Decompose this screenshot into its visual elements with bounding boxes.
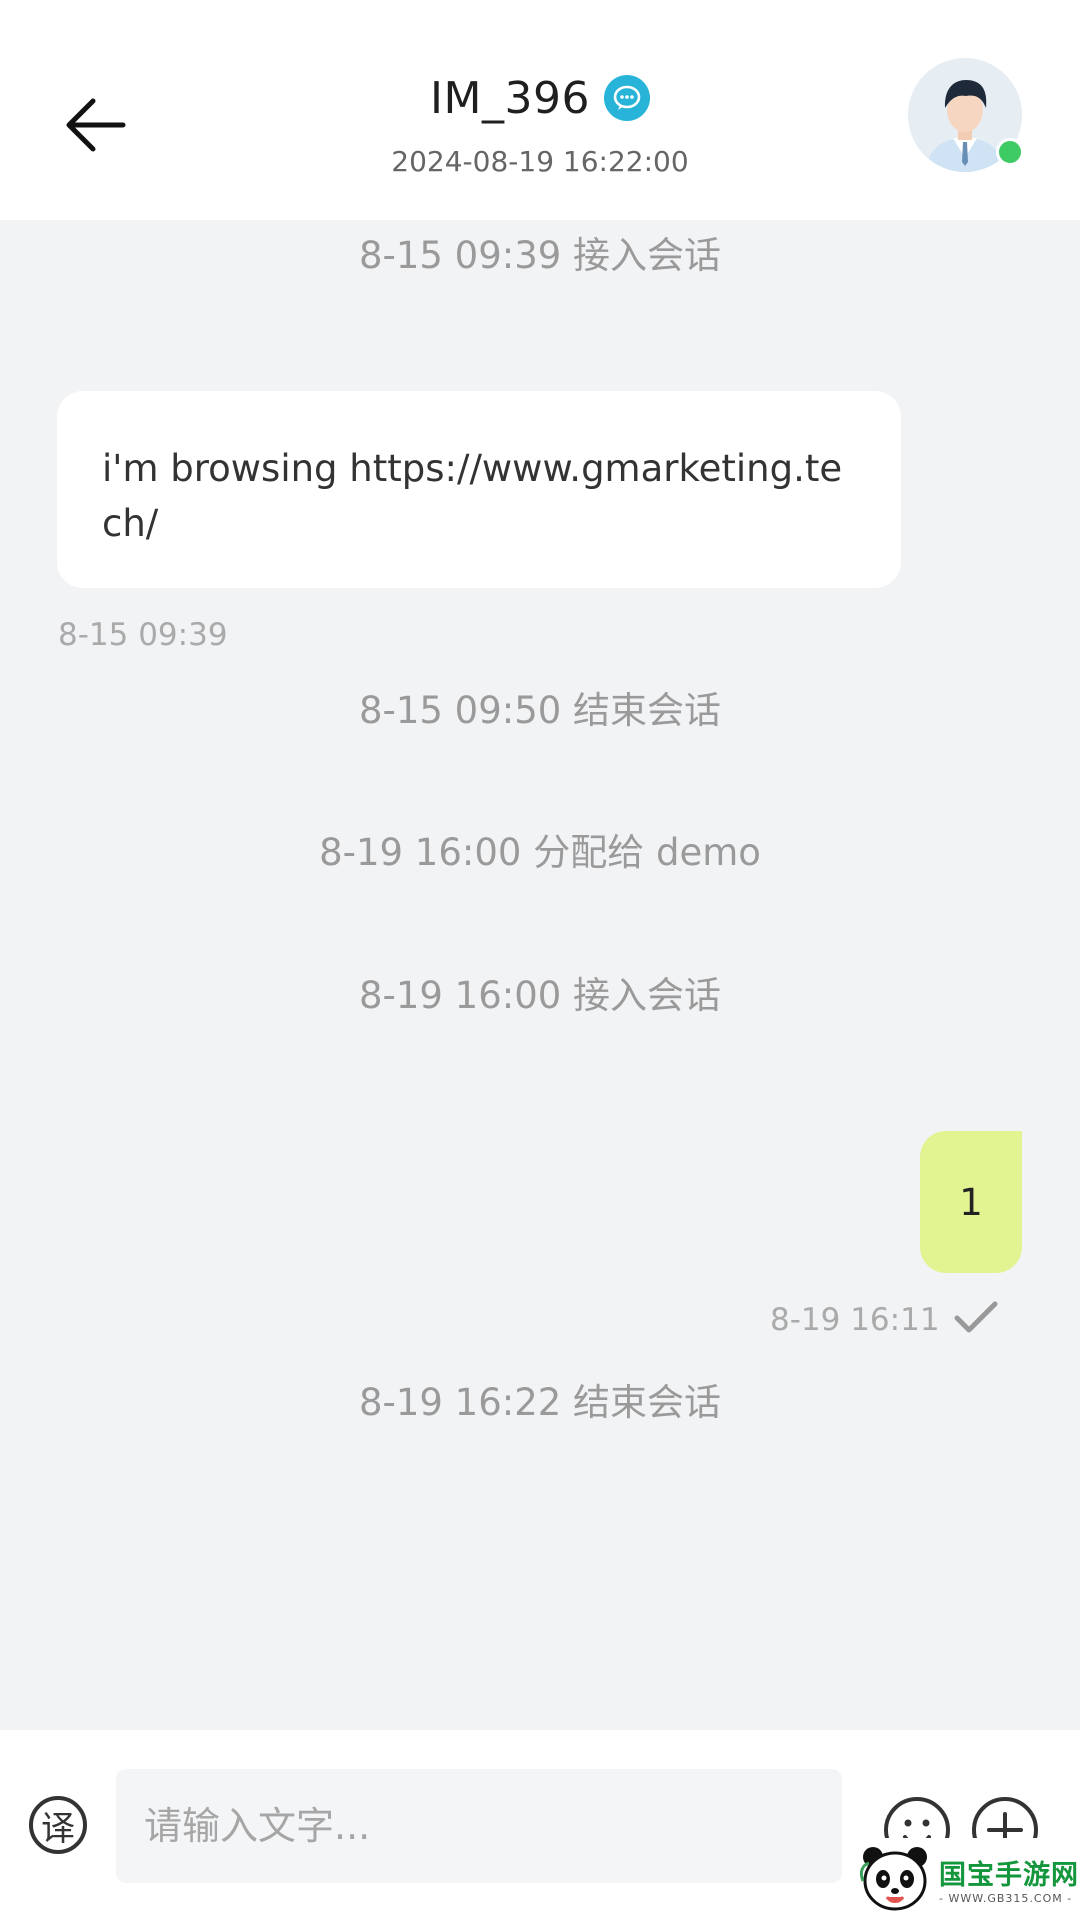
- contact-name: IM_396: [430, 72, 590, 124]
- contact-avatar[interactable]: [908, 58, 1024, 172]
- chat-bubble-icon: [603, 75, 650, 121]
- system-note-session-start: 8-15 09:39 接入会话: [358, 234, 722, 277]
- translate-icon: 译: [41, 1808, 75, 1849]
- system-note-session-end: 8-15 09:50 结束会话: [358, 689, 722, 732]
- chat-header: IM_396 2024-08-19 16:22:00: [0, 0, 1080, 220]
- outgoing-message-time: 8-19 16:11: [770, 1302, 940, 1338]
- incoming-message-time: 8-15 09:39: [58, 617, 228, 653]
- watermark-domain: - WWW.GB315.COM -: [939, 1892, 1073, 1905]
- message-input[interactable]: [116, 1769, 842, 1883]
- watermark: 国宝手游网 - WWW.GB315.COM -: [857, 1838, 1080, 1920]
- watermark-brand: 国宝手游网: [939, 1860, 1079, 1891]
- translate-button[interactable]: 译: [29, 1796, 87, 1854]
- system-note-session-end-2: 8-19 16:22 结束会话: [358, 1381, 722, 1424]
- incoming-message-bubble[interactable]: i'm browsing https://www.gmarketing.tech…: [57, 391, 901, 588]
- online-status-dot: [996, 138, 1024, 166]
- system-note-assigned: 8-19 16:00 分配给 demo: [319, 831, 761, 874]
- check-icon: [954, 1301, 998, 1333]
- system-note-session-start-2: 8-19 16:00 接入会话: [358, 974, 722, 1017]
- panda-logo-icon: [859, 1847, 927, 1911]
- outgoing-message-bubble[interactable]: 1: [920, 1131, 1022, 1273]
